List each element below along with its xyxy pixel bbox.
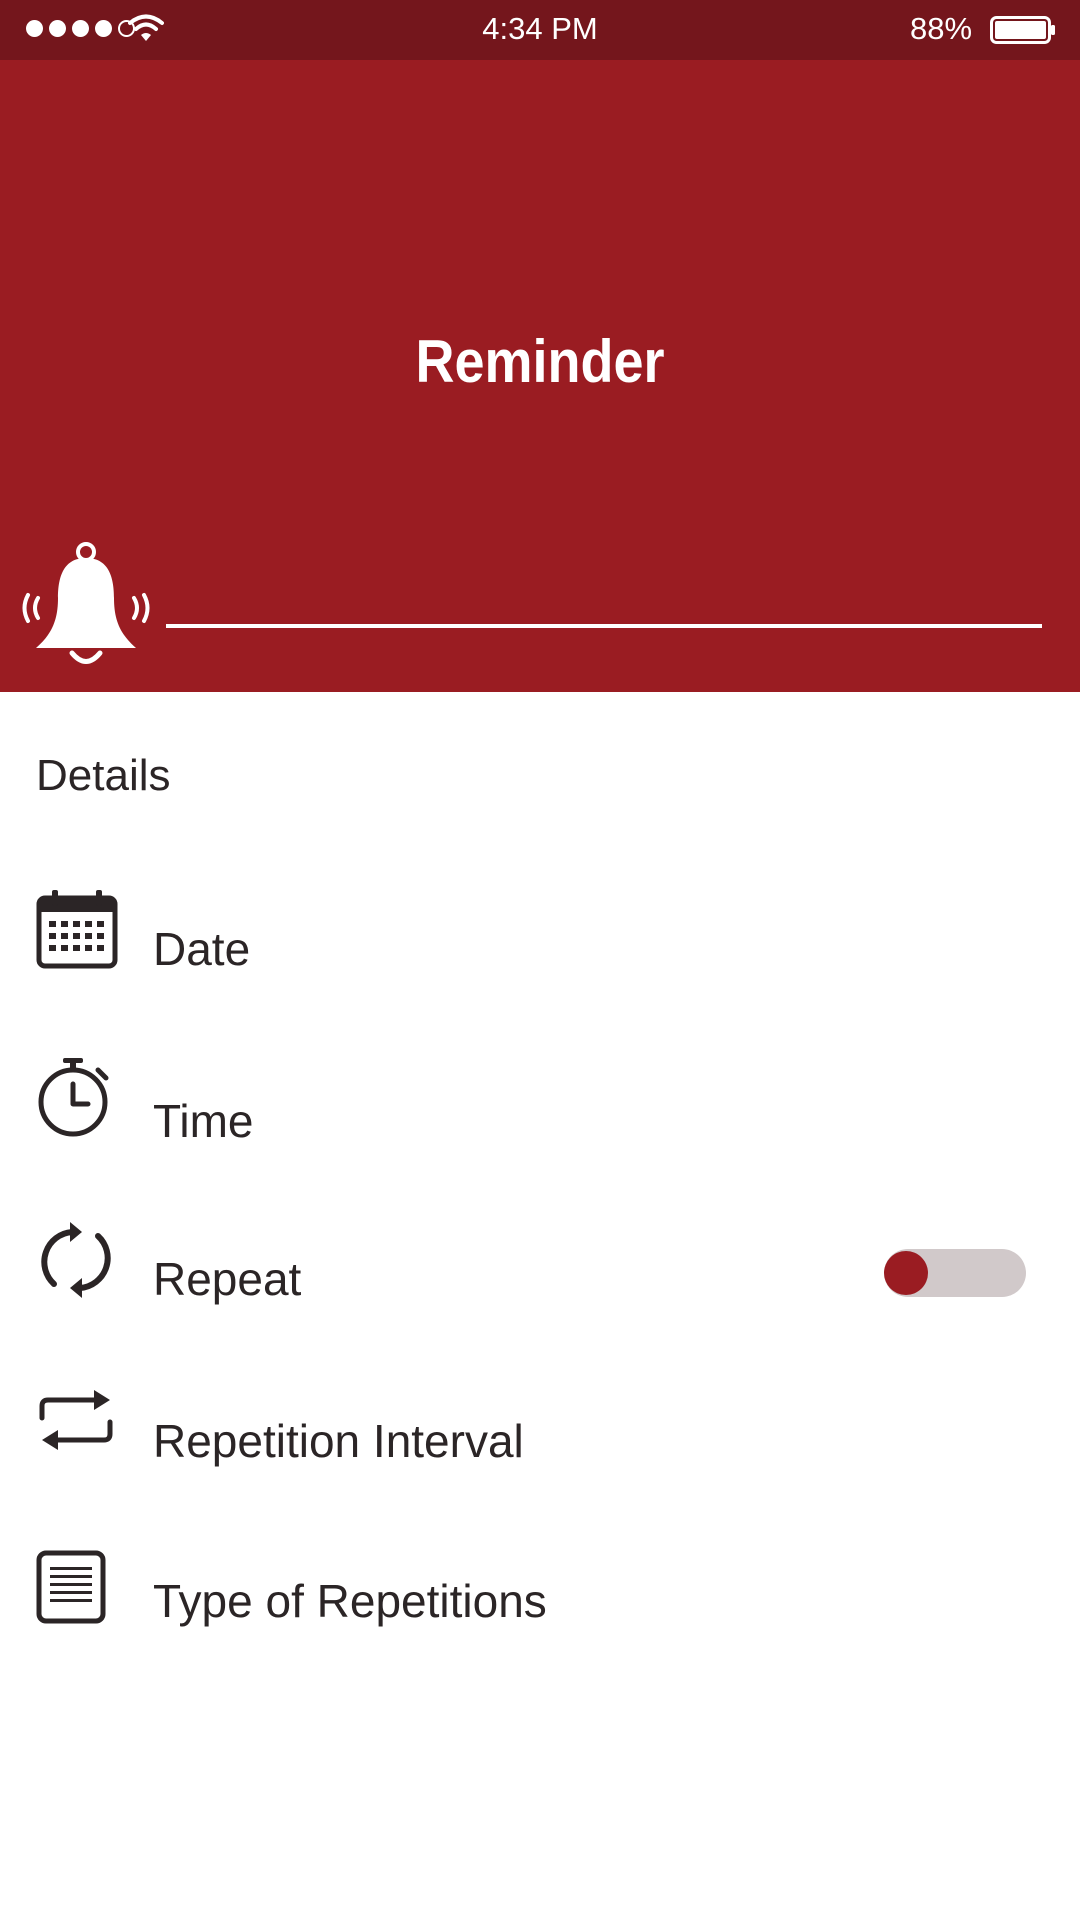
- battery-percentage: 88%: [910, 11, 973, 46]
- status-bar: 4:34 PM 88%: [0, 0, 1080, 60]
- title-input-underline[interactable]: [166, 624, 1042, 628]
- repeat-toggle[interactable]: [884, 1249, 1026, 1297]
- repeat-label: Repeat: [153, 1253, 302, 1305]
- page-title: Reminder: [415, 328, 665, 395]
- date-row[interactable]: Date: [0, 880, 1080, 990]
- refresh-icon: [41, 1222, 111, 1298]
- document-list-icon: [36, 1550, 106, 1624]
- battery-icon: [990, 16, 1055, 44]
- type-of-repetitions-label: Type of Repetitions: [153, 1575, 547, 1627]
- calendar-icon: [36, 890, 118, 969]
- toggle-knob: [884, 1251, 928, 1295]
- stopwatch-icon: [38, 1058, 109, 1137]
- details-section-title: Details: [36, 751, 171, 800]
- time-label: Time: [153, 1095, 254, 1147]
- bell-ringing-icon: [22, 542, 150, 664]
- header-banner: Reminder: [0, 60, 1080, 692]
- repetition-interval-label: Repetition Interval: [153, 1415, 524, 1467]
- type-of-repetitions-row[interactable]: Type of Repetitions: [0, 1542, 1080, 1652]
- time-row[interactable]: Time: [0, 1052, 1080, 1162]
- date-label: Date: [153, 923, 251, 975]
- repetition-interval-row[interactable]: Repetition Interval: [0, 1378, 1080, 1488]
- swap-arrows-icon: [39, 1390, 113, 1450]
